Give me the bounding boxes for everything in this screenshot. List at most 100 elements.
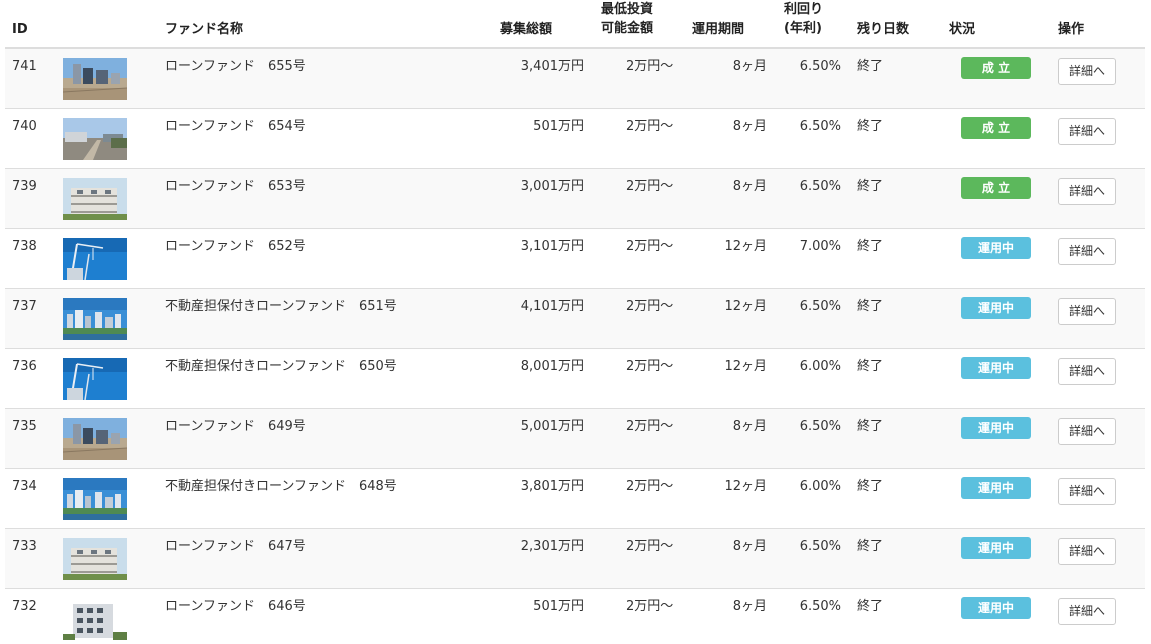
fund-days-left: 終了 <box>857 539 884 554</box>
crane-sky-photo[interactable] <box>63 358 127 400</box>
fund-period: 8ヶ月 <box>732 119 767 134</box>
detail-button[interactable]: 詳細へ <box>1058 598 1116 625</box>
fund-name: 不動産担保付きローンファンド 648号 <box>165 479 397 494</box>
status-badge: 運用中 <box>961 597 1031 619</box>
fund-yield: 6.50% <box>799 419 841 434</box>
fund-days-left: 終了 <box>857 599 884 614</box>
fund-days-left: 終了 <box>857 119 884 134</box>
apartment-building-photo[interactable] <box>63 538 127 580</box>
fund-name: 不動産担保付きローンファンド 651号 <box>165 299 397 314</box>
fund-period: 12ヶ月 <box>724 359 767 374</box>
fund-min-invest: 2万円～ <box>626 59 674 74</box>
city-skyline-photo[interactable] <box>63 478 127 520</box>
vacant-lot-photo[interactable] <box>63 118 127 160</box>
fund-name: ローンファンド 646号 <box>165 599 306 614</box>
fund-id: 733 <box>12 539 37 554</box>
detail-button[interactable]: 詳細へ <box>1058 538 1116 565</box>
detail-button[interactable]: 詳細へ <box>1058 418 1116 445</box>
fund-yield: 6.50% <box>799 299 841 314</box>
fund-min-invest: 2万円～ <box>626 239 674 254</box>
detail-button[interactable]: 詳細へ <box>1058 118 1116 145</box>
fund-period: 8ヶ月 <box>732 539 767 554</box>
table-row-741: 741 ローンファンド 655号 3,401万円 2万円～ 8ヶ月 6.50% … <box>5 49 1145 109</box>
fund-id: 736 <box>12 359 37 374</box>
fund-id: 732 <box>12 599 37 614</box>
fund-days-left: 終了 <box>857 179 884 194</box>
fund-total: 3,101万円 <box>520 239 584 254</box>
fund-id: 737 <box>12 299 37 314</box>
fund-yield: 7.00% <box>799 239 841 254</box>
fund-name: ローンファンド 654号 <box>165 119 306 134</box>
header-id: ID <box>12 22 28 37</box>
fund-min-invest: 2万円～ <box>626 539 674 554</box>
fund-period: 12ヶ月 <box>724 239 767 254</box>
fund-days-left: 終了 <box>857 299 884 314</box>
fund-min-invest: 2万円～ <box>626 419 674 434</box>
fund-total: 3,801万円 <box>520 479 584 494</box>
table-row-732: 732 ローンファンド 646号 501万円 2万円～ 8ヶ月 6.50% 終了… <box>5 589 1145 644</box>
fund-name: ローンファンド 655号 <box>165 59 306 74</box>
fund-total: 2,301万円 <box>520 539 584 554</box>
table-row-735: 735 ローンファンド 649号 5,001万円 2万円～ 8ヶ月 6.50% … <box>5 409 1145 469</box>
fund-days-left: 終了 <box>857 359 884 374</box>
header-action: 操作 <box>1058 22 1085 37</box>
header-total: 募集総額 <box>500 22 553 37</box>
status-badge: 運用中 <box>961 357 1031 379</box>
crane-sky-photo[interactable] <box>63 238 127 280</box>
fund-min-invest: 2万円～ <box>626 179 674 194</box>
table-row-733: 733 ローンファンド 647号 2,301万円 2万円～ 8ヶ月 6.50% … <box>5 529 1145 589</box>
table-row-738: 738 ローンファンド 652号 3,101万円 2万円～ 12ヶ月 7.00%… <box>5 229 1145 289</box>
fund-total: 4,101万円 <box>520 299 584 314</box>
status-badge: 運用中 <box>961 237 1031 259</box>
fund-min-invest: 2万円～ <box>626 299 674 314</box>
fund-period: 12ヶ月 <box>724 479 767 494</box>
fund-name: ローンファンド 652号 <box>165 239 306 254</box>
apartment-building-photo[interactable] <box>63 178 127 220</box>
table-row-734: 734 不動産担保付きローンファンド 648号 3,801万円 2万円～ 12ヶ… <box>5 469 1145 529</box>
fund-id: 739 <box>12 179 37 194</box>
fund-id: 741 <box>12 59 37 74</box>
status-badge: 成 立 <box>961 117 1031 139</box>
fund-days-left: 終了 <box>857 479 884 494</box>
fund-yield: 6.50% <box>799 599 841 614</box>
highrise-construction-photo[interactable] <box>63 418 127 460</box>
header-period: 運用期間 <box>692 22 745 37</box>
highrise-construction-photo[interactable] <box>63 58 127 100</box>
fund-total: 501万円 <box>533 599 584 614</box>
fund-yield: 6.00% <box>799 359 841 374</box>
detail-button[interactable]: 詳細へ <box>1058 178 1116 205</box>
status-badge: 成 立 <box>961 57 1031 79</box>
city-skyline-photo[interactable] <box>63 298 127 340</box>
header-days-left: 残り日数 <box>857 22 910 37</box>
header-name: ファンド名称 <box>165 22 244 37</box>
fund-days-left: 終了 <box>857 419 884 434</box>
fund-yield: 6.50% <box>799 539 841 554</box>
status-badge: 運用中 <box>961 297 1031 319</box>
fund-total: 3,001万円 <box>520 179 584 194</box>
detail-button[interactable]: 詳細へ <box>1058 58 1116 85</box>
detail-button[interactable]: 詳細へ <box>1058 358 1116 385</box>
fund-period: 12ヶ月 <box>724 299 767 314</box>
fund-period: 8ヶ月 <box>732 419 767 434</box>
table-body: 741 ローンファンド 655号 3,401万円 2万円～ 8ヶ月 6.50% … <box>5 49 1145 644</box>
status-badge: 成 立 <box>961 177 1031 199</box>
fund-period: 8ヶ月 <box>732 179 767 194</box>
fund-id: 740 <box>12 119 37 134</box>
fund-name: ローンファンド 653号 <box>165 179 306 194</box>
fund-id: 738 <box>12 239 37 254</box>
fund-total: 3,401万円 <box>520 59 584 74</box>
condo-building-photo[interactable] <box>63 598 127 640</box>
detail-button[interactable]: 詳細へ <box>1058 478 1116 505</box>
table-row-736: 736 不動産担保付きローンファンド 650号 8,001万円 2万円～ 12ヶ… <box>5 349 1145 409</box>
fund-yield: 6.00% <box>799 479 841 494</box>
table-row-737: 737 不動産担保付きローンファンド 651号 4,101万円 2万円～ 12ヶ… <box>5 289 1145 349</box>
detail-button[interactable]: 詳細へ <box>1058 298 1116 325</box>
fund-days-left: 終了 <box>857 59 884 74</box>
fund-name: ローンファンド 649号 <box>165 419 306 434</box>
detail-button[interactable]: 詳細へ <box>1058 238 1116 265</box>
header-yield: 利回り (年利) <box>784 2 824 36</box>
fund-total: 5,001万円 <box>520 419 584 434</box>
table-row-739: 739 ローンファンド 653号 3,001万円 2万円～ 8ヶ月 6.50% … <box>5 169 1145 229</box>
header-status: 状況 <box>949 22 976 37</box>
fund-period: 8ヶ月 <box>732 599 767 614</box>
